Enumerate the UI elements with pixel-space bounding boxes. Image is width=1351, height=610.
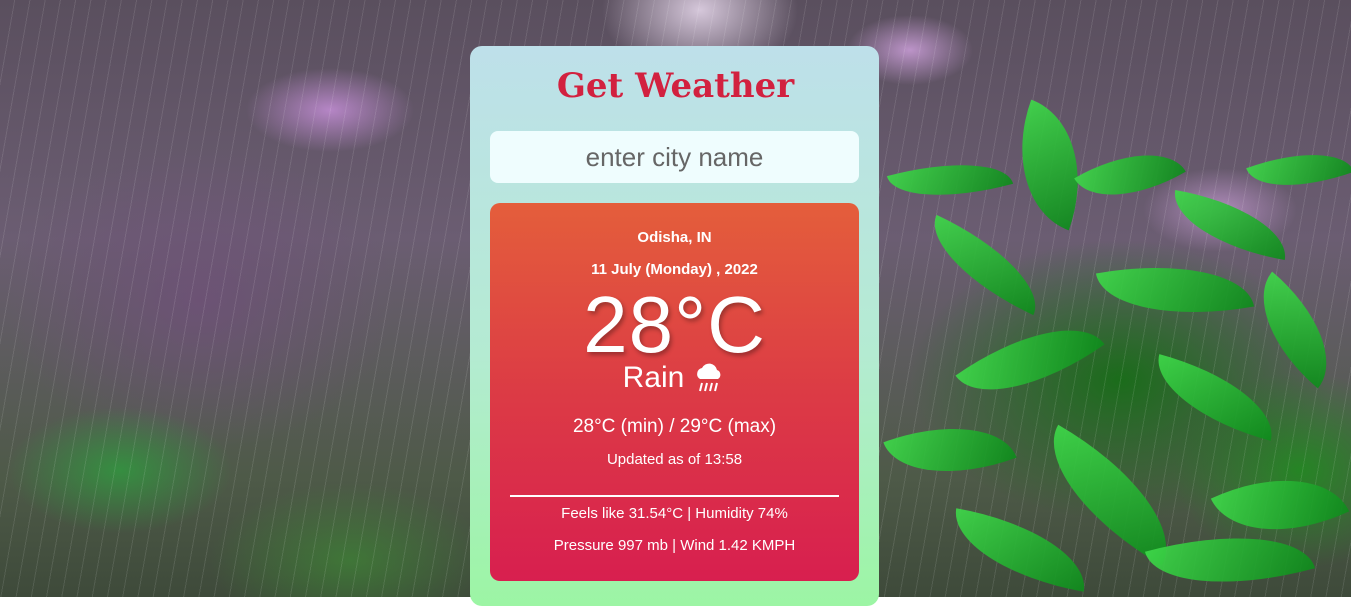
updated-time: Updated as of 13:58: [606, 451, 743, 468]
weather-result-panel: Odisha, IN 11 July (Monday) , 2022 28°C …: [490, 203, 859, 581]
current-temperature: 28°C: [583, 280, 766, 369]
feels-like-humidity: Feels like 31.54°C | Humidity 74%: [561, 505, 788, 522]
divider: [510, 495, 839, 497]
date-label: 11 July (Monday) , 2022: [591, 261, 758, 278]
condition-row: Rain: [490, 361, 859, 395]
location-label: Odisha, IN: [637, 229, 712, 246]
app-title: Get Weather: [556, 66, 795, 106]
pressure-wind: Pressure 997 mb | Wind 1.42 KMPH: [553, 537, 796, 554]
min-max-temperature: 28°C (min) / 29°C (max): [572, 416, 777, 437]
rain-cloud-icon: [692, 361, 726, 395]
condition-label: Rain: [622, 361, 685, 394]
city-search-input[interactable]: [490, 131, 859, 183]
